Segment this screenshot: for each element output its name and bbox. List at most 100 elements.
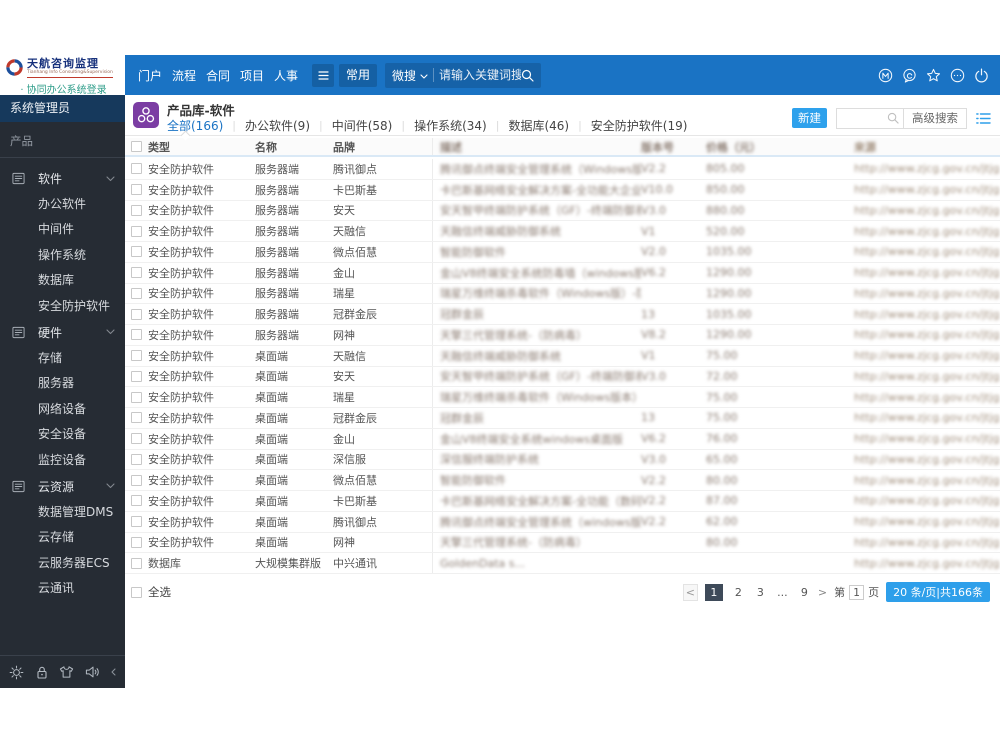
top-nav-item[interactable]: 门户 (138, 67, 162, 84)
collapse-chevron-icon[interactable] (111, 668, 116, 676)
page-number[interactable]: ... (776, 586, 789, 599)
table-row[interactable]: 安全防护软件 桌面端 冠群金辰 冠群金辰 13 75.00 http://www… (125, 408, 1000, 429)
page-number[interactable]: 9 (798, 586, 811, 599)
table-row[interactable]: 安全防护软件 桌面端 天融信 天融信终端威胁防御系统 V1 75.00 http… (125, 345, 1000, 367)
table-row[interactable]: 安全防护软件 服务器端 安天 安天智甲终端防护系统（GF）-终端防御系统 V3.… (125, 200, 1000, 222)
row-checkbox[interactable] (131, 391, 142, 403)
filter-tab[interactable]: 安全防护软件(19) (591, 117, 688, 134)
table-row[interactable]: 数据库 大规模集群版 中兴通讯 GoldenData s... http://w… (125, 553, 1000, 574)
table-search-input[interactable] (837, 109, 883, 127)
top-nav-item[interactable]: 项目 (240, 67, 264, 84)
row-checkbox[interactable] (131, 184, 142, 196)
row-checkbox[interactable] (131, 557, 142, 569)
row-checkbox[interactable] (131, 412, 142, 424)
more-icon[interactable] (950, 68, 965, 83)
sidebar-item[interactable]: 安全设备 (0, 422, 125, 447)
sidebar-item[interactable]: 办公软件 (0, 192, 125, 217)
sidebar-item[interactable]: 操作系统 (0, 243, 125, 268)
row-checkbox[interactable] (131, 267, 142, 279)
table-row[interactable]: 安全防护软件 桌面端 深信服 深信服终端防护系统 V3.0 65.00 http… (125, 449, 1000, 471)
page-number[interactable]: 2 (732, 586, 745, 599)
page-jump-input[interactable]: 1 (849, 584, 865, 600)
sidebar-item[interactable]: 云存储 (0, 525, 125, 550)
lock-icon[interactable] (35, 665, 49, 680)
table-row[interactable]: 安全防护软件 服务器端 瑞星 瑞星万维终端杀毒软件（Windows版）-防病毒系… (125, 283, 1000, 305)
row-checkbox[interactable] (131, 433, 142, 445)
sidebar-item[interactable]: 监控设备 (0, 448, 125, 473)
favorite-star-icon[interactable] (926, 68, 941, 83)
row-checkbox[interactable] (131, 495, 142, 507)
row-checkbox[interactable] (131, 287, 142, 299)
filter-tab[interactable]: 数据库(46) (508, 117, 569, 134)
nav-menu-toggle[interactable] (312, 63, 334, 87)
new-button[interactable]: 新建 (792, 108, 827, 128)
table-row[interactable]: 安全防护软件 桌面端 卡巴斯基 卡巴斯基网络安全解决方案-全功能（数码版）- K… (125, 491, 1000, 512)
select-all-checkbox[interactable] (131, 586, 142, 598)
sidebar-item[interactable]: 存储 (0, 346, 125, 371)
next-page-button[interactable]: > (818, 586, 827, 599)
table-row[interactable]: 安全防护软件 服务器端 卡巴斯基 卡巴斯基网络安全解决方案-全功能大企业版 15… (125, 179, 1000, 201)
filter-tab[interactable]: 中间件(58) (332, 117, 393, 134)
table-row[interactable]: 安全防护软件 桌面端 腾讯御点 腾讯御点终端安全管理系统（windows版）V2… (125, 511, 1000, 533)
row-checkbox[interactable] (131, 163, 142, 175)
sidebar-item[interactable]: 服务器 (0, 371, 125, 396)
table-row[interactable]: 安全防护软件 服务器端 冠群金辰 冠群金辰 13 1035.00 http://… (125, 304, 1000, 325)
nav-tab-pinned[interactable]: 常用 (339, 63, 378, 87)
table-row[interactable]: 安全防护软件 服务器端 金山 金山V8终端安全系统防毒墙（windows服务器版… (125, 262, 1000, 284)
power-logout-icon[interactable] (974, 68, 989, 83)
sidebar-item[interactable]: 数据库 (0, 268, 125, 293)
row-checkbox[interactable] (131, 329, 142, 341)
table-row[interactable]: 安全防护软件 桌面端 金山 金山V8终端安全系统windows桌面版 V6.2 … (125, 428, 1000, 450)
global-search-input[interactable] (439, 68, 522, 82)
sidebar-item[interactable]: 网络设备 (0, 397, 125, 422)
sidebar-item[interactable]: 中间件 (0, 217, 125, 242)
filter-tab[interactable]: 办公软件(9) (245, 117, 310, 134)
list-view-icon[interactable] (976, 112, 991, 125)
sound-speaker-icon[interactable] (85, 665, 101, 679)
row-checkbox[interactable] (131, 308, 142, 320)
search-icon[interactable] (883, 112, 903, 124)
sidebar-group[interactable]: 软件 (0, 165, 125, 192)
table-row[interactable]: 安全防护软件 桌面端 微点佰慧 智能防御软件 V2.2 80.00 http:/… (125, 470, 1000, 491)
search-icon[interactable] (521, 69, 534, 82)
top-nav-item[interactable]: 流程 (172, 67, 196, 84)
top-nav-item[interactable]: 合同 (206, 67, 230, 84)
advanced-search-button[interactable]: 高级搜索 (903, 108, 966, 128)
filter-tab[interactable]: 操作系统(34) (414, 117, 487, 134)
table-row[interactable]: 安全防护软件 服务器端 微点佰慧 智能防御软件 V2.0 1035.00 htt… (125, 242, 1000, 263)
header-checkbox[interactable] (131, 141, 142, 152)
sidebar-group[interactable]: 云资源 (0, 473, 125, 500)
row-checkbox[interactable] (131, 246, 142, 258)
sidebar-group[interactable]: 硬件 (0, 319, 125, 346)
table-row[interactable]: 安全防护软件 服务器端 腾讯御点 腾讯御点终端安全管理系统（Windows版） … (125, 159, 1000, 180)
table-row[interactable]: 安全防护软件 桌面端 安天 安天智甲终端防护系统（GF）-终端防御系统 V3.0… (125, 366, 1000, 388)
page-number[interactable]: 1 (704, 583, 723, 601)
row-checkbox[interactable] (131, 516, 142, 528)
row-checkbox[interactable] (131, 536, 142, 548)
table-row[interactable]: 安全防护软件 服务器端 天融信 天融信终端威胁防御系统 V1 520.00 ht… (125, 221, 1000, 242)
page-number[interactable]: 3 (754, 586, 767, 599)
m-badge-icon[interactable] (878, 68, 893, 83)
sidebar-item[interactable]: 云服务器ECS (0, 551, 125, 576)
theme-shirt-icon[interactable] (59, 665, 74, 679)
row-checkbox[interactable] (131, 474, 142, 486)
sidebar-item[interactable]: 数据管理DMS (0, 500, 125, 525)
search-scope-selector[interactable]: 微搜 (392, 67, 416, 84)
filter-tab[interactable]: 全部(166) (167, 117, 223, 134)
message-icon[interactable] (902, 68, 917, 83)
row-checkbox[interactable] (131, 453, 142, 465)
page-size-button[interactable]: 20 条/页|共166条 (886, 582, 990, 602)
table-row[interactable]: 安全防护软件 服务器端 网神 天擎三代管理系统-（防病毒） V8.2 1290.… (125, 325, 1000, 346)
settings-gear-icon[interactable] (9, 665, 24, 680)
row-checkbox[interactable] (131, 350, 142, 362)
table-row[interactable]: 安全防护软件 桌面端 瑞星 瑞星万维终端杀毒软件（Windows版本） 75.0… (125, 387, 1000, 408)
select-all[interactable]: 全选 (125, 584, 171, 600)
row-checkbox[interactable] (131, 225, 142, 237)
prev-page-button[interactable]: < (682, 583, 698, 601)
sidebar-item[interactable]: 安全防护软件 (0, 294, 125, 319)
row-checkbox[interactable] (131, 204, 142, 216)
row-checkbox[interactable] (131, 370, 142, 382)
oa-login-link[interactable]: · 协同办公系统登录 (6, 81, 121, 96)
top-nav-item[interactable]: 人事 (274, 67, 298, 84)
sidebar-item[interactable]: 云通讯 (0, 576, 125, 601)
